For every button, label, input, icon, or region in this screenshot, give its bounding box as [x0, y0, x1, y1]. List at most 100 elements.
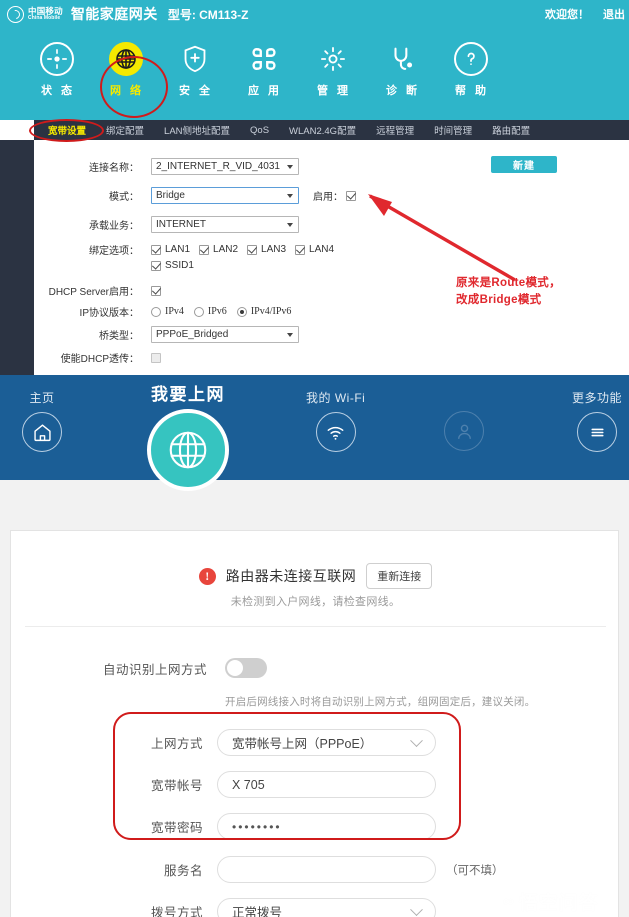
main-nav: 状 态 网 络 安 全 应 用 管 理 诊 断 帮 助 [0, 28, 629, 120]
nav-label-management: 管 理 [316, 85, 352, 97]
broadband-password-input[interactable]: •••••••• [217, 813, 436, 840]
checkbox-dhcp-server[interactable] [151, 285, 161, 296]
nav-item-apps[interactable]: 应 用 [229, 28, 298, 98]
annotation-line-2: 改成Bridge模式 [456, 294, 542, 306]
home-icon [22, 412, 62, 452]
nav-item-status[interactable]: 状 态 [22, 28, 91, 98]
select-service[interactable]: INTERNET [151, 216, 299, 233]
toggle-knob [227, 660, 243, 676]
checkbox-lan1[interactable] [151, 244, 161, 255]
new-button[interactable]: 新建 [491, 156, 557, 173]
wifi-icon [315, 412, 356, 452]
checkbox-lan4[interactable] [295, 244, 306, 255]
app-nav-item-home[interactable]: 主页 [22, 389, 62, 452]
chevron-down-icon [287, 222, 293, 227]
subnav-item-lan-address[interactable]: LAN侧地址配置 [154, 123, 240, 137]
card-divider [25, 626, 606, 627]
label-lan2: LAN2 [213, 244, 239, 255]
select-mode[interactable]: Bridge [151, 187, 299, 204]
checkbox-enable[interactable] [346, 190, 356, 201]
subnav-item-qos[interactable]: QoS [240, 125, 279, 136]
value-broadband-password: •••••••• [232, 819, 282, 834]
subnav-item-binding[interactable]: 绑定配置 [96, 123, 154, 137]
label-ipv6: IPv6 [207, 306, 227, 317]
row-broadband-password: 宽带密码 •••••••• [127, 813, 436, 840]
nav-item-diagnostics[interactable]: 诊 断 [367, 28, 436, 98]
china-mobile-logo-icon [7, 5, 24, 23]
select-bridge-type[interactable]: PPPoE_Bridged [151, 326, 299, 343]
nav-item-network[interactable]: 网 络 [91, 28, 160, 98]
app-nav-item-user[interactable] [444, 411, 484, 451]
logout-link[interactable]: 退出 [603, 6, 625, 22]
subnav-item-route[interactable]: 路由配置 [482, 123, 540, 137]
checkbox-lan3[interactable] [247, 244, 258, 255]
service-name-input[interactable] [217, 856, 436, 883]
gear-icon [316, 42, 350, 76]
label-bridge-type: 桥类型： [99, 331, 139, 342]
toggle-auto-detect[interactable] [225, 658, 267, 678]
checkbox-ssid1[interactable] [151, 260, 161, 271]
label-service-name: 服务名 [163, 864, 203, 878]
nav-label-apps: 应 用 [247, 85, 283, 97]
subnav-item-time[interactable]: 时间管理 [424, 123, 482, 137]
nav-item-help[interactable]: 帮 助 [436, 28, 505, 98]
label-auto-detect: 自动识别上网方式 [102, 662, 207, 677]
subnav-item-broadband[interactable]: 宽带设置 [38, 123, 96, 137]
subnav-item-wlan[interactable]: WLAN2.4G配置 [279, 123, 366, 137]
china-mobile-brand: 中国移动 China Mobile [28, 7, 63, 22]
screenshot-page: 中国移动 China Mobile 智能家庭网关 型号: CM113-Z 欢迎您… [0, 0, 629, 917]
row-bridge-type: 桥类型： PPPoE_Bridged [44, 326, 394, 343]
sub-nav: 宽带设置 绑定配置 LAN侧地址配置 QoS WLAN2.4G配置 远程管理 时… [34, 120, 629, 140]
chevron-down-icon [410, 902, 423, 916]
select-dial-mode[interactable]: 正常拨号 [217, 898, 436, 917]
router-admin-header: 中国移动 China Mobile 智能家庭网关 型号: CM113-Z 欢迎您… [0, 0, 629, 28]
label-lan3: LAN3 [261, 244, 287, 255]
brand-cn-label: 中国移动 [28, 5, 63, 16]
radio-ipv4-ipv6[interactable] [236, 306, 247, 317]
app-nav-item-wifi[interactable]: 我的 Wi-Fi [306, 389, 365, 452]
app-nav-item-more[interactable]: 更多功能 [572, 389, 622, 452]
select-connection-mode[interactable]: 宽带帐号上网（PPPoE） [217, 729, 436, 756]
reconnect-button[interactable]: 重新连接 [366, 563, 433, 589]
label-dhcp-relay: 使能DHCP透传： [60, 354, 139, 365]
app-nav-label-wifi: 我的 Wi-Fi [306, 391, 366, 405]
nav-label-security: 安 全 [178, 85, 214, 97]
chevron-down-icon [287, 332, 293, 337]
nav-item-management[interactable]: 管 理 [298, 28, 367, 98]
hint-auto-detect: 开启后网线接入时将自动识别上网方式，组网固定后，建议关闭。 [225, 696, 536, 708]
value-broadband-account: X 705 [232, 777, 265, 792]
router-app-screenshot: 主页 我要上网 我的 Wi-Fi 更多功能 ! 路由器未连接互联网 重新连接 未… [0, 375, 629, 917]
value-service: INTERNET [156, 219, 206, 230]
subnav-item-remote[interactable]: 远程管理 [366, 123, 424, 137]
app-nav-label-home: 主页 [29, 391, 55, 405]
checkbox-dhcp-relay[interactable] [151, 352, 161, 363]
radio-ipv6[interactable] [193, 306, 204, 317]
row-service-name: 服务名 （可不填） [127, 856, 504, 883]
chevron-down-icon [287, 164, 293, 169]
app-nav-item-internet[interactable]: 我要上网 [147, 380, 229, 491]
annotation-line-1: 原来是Route模式， [456, 277, 561, 289]
row-connection-mode: 上网方式 宽带帐号上网（PPPoE） [127, 729, 436, 756]
chevron-down-icon [410, 733, 423, 747]
stethoscope-icon [385, 42, 419, 76]
nav-label-diagnostics: 诊 断 [385, 85, 421, 97]
select-connection-name[interactable]: 2_INTERNET_R_VID_4031 [151, 158, 299, 175]
connection-status-text: 路由器未连接互联网 [225, 568, 357, 584]
welcome-label: 欢迎您！ [545, 9, 589, 21]
checkbox-lan2[interactable] [199, 244, 210, 255]
label-dhcp-server: DHCP Server启用： [48, 287, 139, 298]
app-nav-label-internet: 我要上网 [151, 385, 225, 404]
label-service: 承载业务： [89, 221, 139, 232]
radio-ipv4[interactable] [151, 306, 161, 317]
status-target-icon [39, 42, 74, 76]
broadband-account-input[interactable]: X 705 [217, 771, 436, 798]
nav-item-security[interactable]: 安 全 [160, 28, 229, 98]
page-title: 智能家庭网关 [70, 6, 158, 22]
label-ssid1: SSID1 [165, 260, 194, 271]
connection-status-row: ! 路由器未连接互联网 重新连接 [11, 563, 620, 589]
row-service: 承载业务： INTERNET [44, 216, 364, 233]
label-ipv4-ipv6: IPv4/IPv6 [250, 306, 292, 317]
question-circle-icon [453, 42, 488, 76]
label-mode: 模式： [109, 192, 139, 203]
value-connection-mode: 宽带帐号上网（PPPoE） [232, 737, 373, 751]
